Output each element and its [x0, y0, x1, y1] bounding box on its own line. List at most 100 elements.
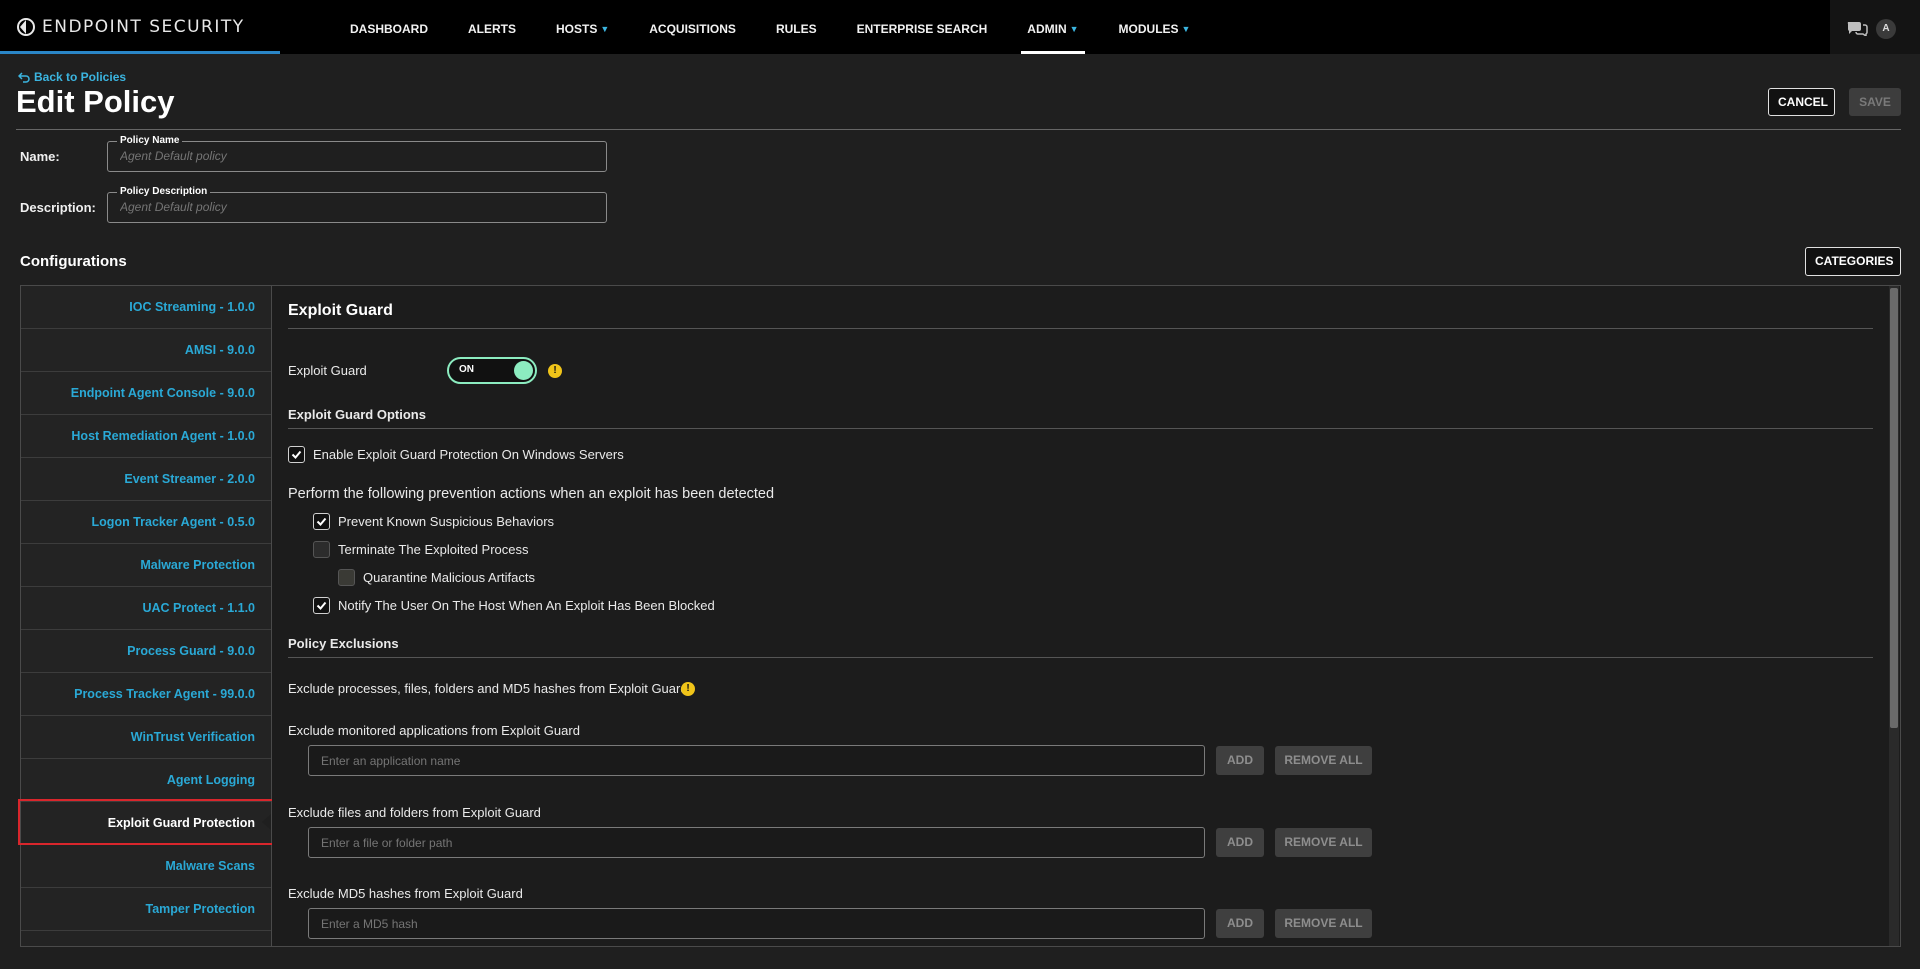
nav-acquisitions[interactable]: ACQUISITIONS [629, 0, 756, 54]
enable-servers-checkbox[interactable] [288, 446, 305, 463]
nav-modules[interactable]: MODULES ▼ [1099, 0, 1211, 54]
exclude-md5-label: Exclude MD5 hashes from Exploit Guard [288, 886, 523, 901]
policy-description-input[interactable] [120, 200, 590, 214]
nav-enterprise-search[interactable]: ENTERPRISE SEARCH [837, 0, 1008, 54]
active-item-caret [262, 814, 271, 830]
policy-description-field: Policy Description [107, 186, 607, 223]
brand-logo-icon [17, 18, 35, 36]
nav-admin[interactable]: ADMIN ▼ [1007, 0, 1098, 54]
sidebar-item-ioc-streaming[interactable]: IOC Streaming - 1.0.0 [21, 286, 271, 329]
sidebar-item-wintrust-verification[interactable]: WinTrust Verification [21, 716, 271, 759]
sidebar-item-malware-protection[interactable]: Malware Protection [21, 544, 271, 587]
chevron-down-icon: ▼ [600, 24, 610, 34]
toggle-knob [514, 361, 533, 380]
add-file-button[interactable]: ADD [1216, 828, 1264, 857]
exclusions-intro: Exclude processes, files, folders and MD… [288, 681, 688, 696]
sidebar-item-endpoint-agent-console[interactable]: Endpoint Agent Console - 9.0.0 [21, 372, 271, 415]
sidebar-item-uac-protect[interactable]: UAC Protect - 1.1.0 [21, 587, 271, 630]
checkmark-icon [291, 450, 302, 459]
back-arrow-icon [18, 72, 30, 83]
chevron-down-icon: ▼ [1069, 24, 1079, 34]
header-divider [16, 129, 1901, 130]
quarantine-checkbox[interactable] [338, 569, 355, 586]
notify-user-checkbox[interactable] [313, 597, 330, 614]
prevent-known-label: Prevent Known Suspicious Behaviors [338, 514, 555, 529]
chat-icon[interactable] [1846, 20, 1868, 36]
quarantine-label: Quarantine Malicious Artifacts [363, 570, 535, 585]
exclude-apps-label: Exclude monitored applications from Expl… [288, 723, 580, 738]
exclude-files-label: Exclude files and folders from Exploit G… [288, 805, 541, 820]
exclusions-divider [288, 657, 1873, 658]
nav-enterprise-search-label: ENTERPRISE SEARCH [856, 22, 988, 36]
nav-user-area: A [1830, 0, 1920, 54]
add-md5-button[interactable]: ADD [1216, 909, 1264, 938]
nav-acquisitions-label: ACQUISITIONS [649, 22, 736, 36]
exclude-apps-input[interactable] [308, 745, 1205, 776]
nav-dashboard[interactable]: DASHBOARD [330, 0, 448, 54]
brand-name: ENDPOINT SECURITY [42, 17, 245, 37]
avatar[interactable]: A [1876, 19, 1896, 39]
back-link-label: Back to Policies [34, 70, 127, 84]
sidebar-item-agent-logging[interactable]: Agent Logging [21, 759, 271, 802]
title-divider [288, 328, 1873, 329]
nav-modules-label: MODULES [1118, 22, 1179, 36]
top-navigation-bar: ENDPOINT SECURITY DASHBOARD ALERTS HOSTS… [0, 0, 1920, 54]
nav-dashboard-label: DASHBOARD [350, 22, 428, 36]
warning-icon[interactable]: ! [548, 364, 562, 378]
remove-all-files-button[interactable]: REMOVE ALL [1275, 828, 1372, 857]
exploit-guard-options-heading: Exploit Guard Options [288, 407, 426, 422]
policy-name-input[interactable] [120, 149, 590, 163]
checkmark-icon [316, 517, 327, 526]
back-to-policies-link[interactable]: Back to Policies [18, 70, 126, 84]
sidebar-item-event-streamer[interactable]: Event Streamer - 2.0.0 [21, 458, 271, 501]
warning-icon[interactable]: ! [681, 682, 695, 696]
nav-hosts[interactable]: HOSTS ▼ [536, 0, 629, 54]
page-title: Edit Policy [16, 84, 175, 119]
prevent-known-checkbox[interactable] [313, 513, 330, 530]
sidebar-item-host-remediation-agent[interactable]: Host Remediation Agent - 1.0.0 [21, 415, 271, 458]
description-label: Description: [20, 200, 96, 215]
nav-rules[interactable]: RULES [756, 0, 837, 54]
remove-all-apps-button[interactable]: REMOVE ALL [1275, 746, 1372, 775]
main-nav: DASHBOARD ALERTS HOSTS ▼ ACQUISITIONS RUL… [330, 0, 1210, 54]
nav-alerts[interactable]: ALERTS [448, 0, 536, 54]
add-app-button[interactable]: ADD [1216, 746, 1264, 775]
name-label: Name: [20, 149, 60, 164]
policy-name-legend: Policy Name [117, 135, 183, 146]
terminate-process-checkbox[interactable] [313, 541, 330, 558]
policy-description-legend: Policy Description [117, 186, 211, 197]
toggle-state-label: ON [459, 364, 474, 375]
policy-name-field: Policy Name [107, 135, 607, 172]
panel-scrollbar-thumb[interactable] [1890, 288, 1898, 728]
options-divider [288, 428, 1873, 429]
configurations-title: Configurations [20, 253, 127, 270]
prevention-intro: Perform the following prevention actions… [288, 486, 775, 502]
sidebar-item-policy[interactable]: Policy [21, 931, 271, 946]
terminate-process-label: Terminate The Exploited Process [338, 542, 529, 557]
exploit-guard-toggle-label: Exploit Guard [288, 363, 367, 378]
nav-admin-label: ADMIN [1027, 22, 1067, 36]
sidebar-item-malware-scans[interactable]: Malware Scans [21, 845, 271, 888]
exploit-guard-title: Exploit Guard [288, 302, 393, 319]
nav-alerts-label: ALERTS [468, 22, 516, 36]
checkmark-icon [316, 601, 327, 610]
categories-button[interactable]: CATEGORIES [1805, 247, 1901, 276]
brand[interactable]: ENDPOINT SECURITY [0, 0, 280, 54]
exclude-files-input[interactable] [308, 827, 1205, 858]
sidebar-item-tamper-protection[interactable]: Tamper Protection [21, 888, 271, 931]
remove-all-md5-button[interactable]: REMOVE ALL [1275, 909, 1372, 938]
sidebar-item-process-tracker-agent[interactable]: Process Tracker Agent - 99.0.0 [21, 673, 271, 716]
notify-user-label: Notify The User On The Host When An Expl… [338, 598, 715, 613]
enable-servers-label: Enable Exploit Guard Protection On Windo… [313, 447, 624, 462]
exploit-guard-toggle[interactable]: ON [447, 357, 537, 384]
sidebar-item-logon-tracker-agent[interactable]: Logon Tracker Agent - 0.5.0 [21, 501, 271, 544]
cancel-button[interactable]: CANCEL [1768, 88, 1835, 116]
exclude-md5-input[interactable] [308, 908, 1205, 939]
save-button[interactable]: SAVE [1849, 88, 1901, 116]
nav-rules-label: RULES [775, 22, 817, 36]
configurations-sidebar: IOC Streaming - 1.0.0 AMSI - 9.0.0 Endpo… [20, 285, 272, 947]
sidebar-item-process-guard[interactable]: Process Guard - 9.0.0 [21, 630, 271, 673]
sidebar-item-amsi[interactable]: AMSI - 9.0.0 [21, 329, 271, 372]
chevron-down-icon: ▼ [1181, 24, 1191, 34]
nav-hosts-label: HOSTS [556, 22, 598, 36]
